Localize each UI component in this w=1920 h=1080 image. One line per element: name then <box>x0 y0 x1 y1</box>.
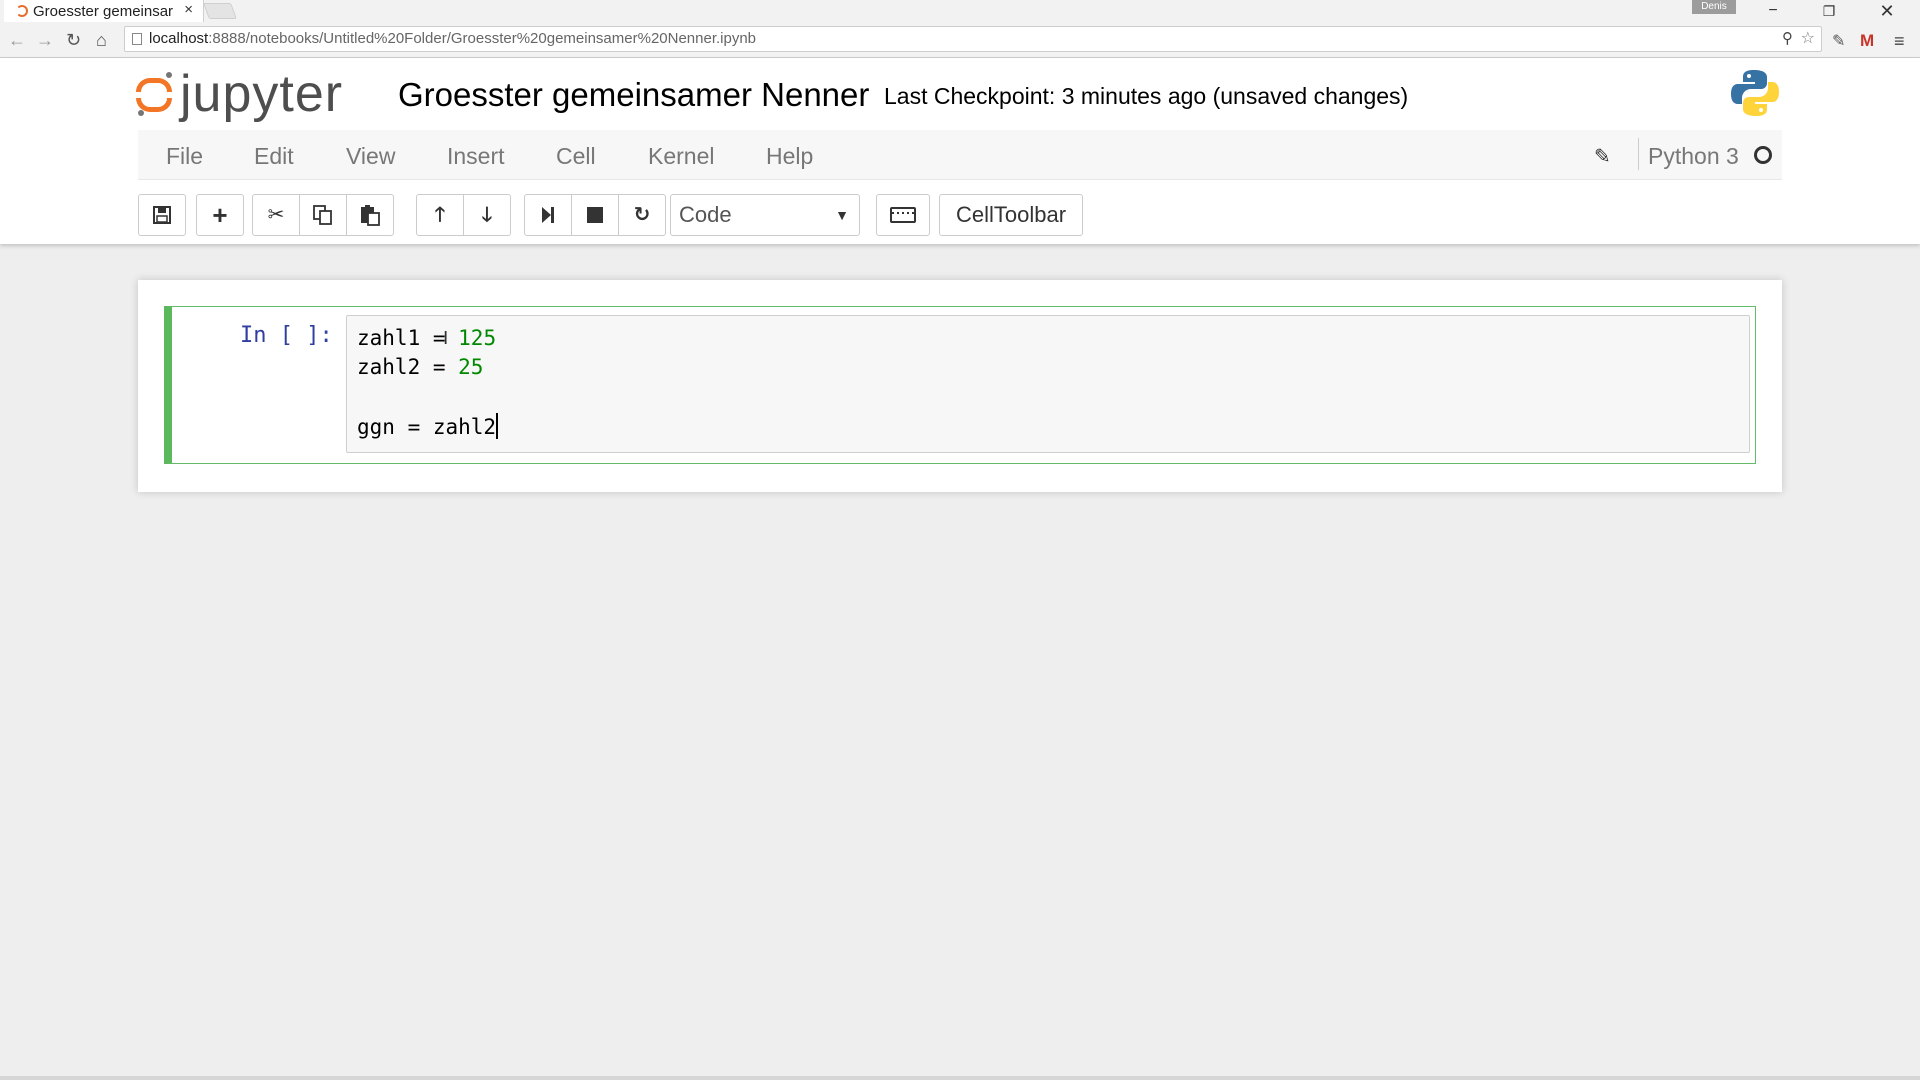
menu-view[interactable]: View <box>346 143 395 170</box>
stop-icon <box>587 207 603 223</box>
jupyter-header: jupyter Groesster gemeinsamer Nenner Las… <box>0 58 1920 244</box>
plus-icon: + <box>212 200 228 230</box>
window-minimize-button[interactable]: − <box>1750 0 1796 22</box>
window-close-button[interactable]: ✕ <box>1864 0 1910 22</box>
notebook-container: In [ ]: zahl1 = 125 zahl2 = 25 ggn = zah… <box>138 280 1782 492</box>
code-line: zahl1 = 125 <box>357 326 496 350</box>
notebook-menubar: File Edit View Insert Cell Kernel Help ✎… <box>138 130 1782 180</box>
insert-cell-button[interactable]: + <box>196 194 244 236</box>
save-button[interactable] <box>138 194 186 236</box>
menu-edit[interactable]: Edit <box>254 143 294 170</box>
jupyter-logo-icon <box>136 72 172 116</box>
new-tab-button[interactable] <box>203 3 237 19</box>
browser-menu-icon[interactable]: ≡ <box>1894 31 1905 52</box>
paste-icon <box>361 205 380 226</box>
window-restore-button[interactable]: ❐ <box>1806 0 1852 22</box>
copy-button[interactable] <box>299 194 347 236</box>
reload-icon[interactable]: ↻ <box>66 30 81 51</box>
menu-file[interactable]: File <box>166 143 203 170</box>
notebook-toolbar: + ✂ 🡑 🡓 ↻ Code ▼ CellToolbar <box>138 194 1782 236</box>
url-path: :8888/notebooks/Untitled%20Folder/Groess… <box>208 30 757 47</box>
browser-tab[interactable]: Groesster gemeinsar × <box>4 0 204 22</box>
edit-mode-pencil-icon: ✎ <box>1594 146 1611 168</box>
code-cell[interactable]: In [ ]: zahl1 = 125 zahl2 = 25 ggn = zah… <box>164 306 1756 464</box>
url-input[interactable]: localhost:8888/notebooks/Untitled%20Fold… <box>124 26 1822 52</box>
menu-kernel[interactable]: Kernel <box>648 143 714 170</box>
jupyter-logo[interactable]: jupyter <box>136 64 343 124</box>
bottom-edge <box>0 1076 1920 1080</box>
interrupt-kernel-button[interactable] <box>571 194 619 236</box>
cut-icon: ✂ <box>267 204 285 226</box>
menu-help[interactable]: Help <box>766 143 813 170</box>
arrow-down-icon: 🡓 <box>481 204 493 226</box>
run-cell-button[interactable] <box>524 194 572 236</box>
input-prompt: In [ ]: <box>240 323 333 348</box>
zoom-icon[interactable]: ⚲ <box>1782 27 1793 51</box>
tab-close-icon[interactable]: × <box>184 1 193 18</box>
refresh-icon: ↻ <box>633 204 651 226</box>
browser-address-bar: ← → ↻ ⌂ localhost:8888/notebooks/Untitle… <box>0 22 1920 58</box>
extension-pen-icon[interactable]: ✎ <box>1832 31 1845 51</box>
jupyter-logo-text: jupyter <box>180 65 344 123</box>
code-number: 25 <box>458 355 484 379</box>
jupyter-favicon-icon <box>16 5 28 17</box>
keyboard-icon <box>890 207 916 223</box>
command-palette-button[interactable] <box>876 194 930 236</box>
notebook-title[interactable]: Groesster gemeinsamer Nenner <box>398 76 869 114</box>
arrow-up-icon: 🡑 <box>434 204 446 226</box>
checkpoint-status: Last Checkpoint: 3 minutes ago (unsaved … <box>884 83 1409 109</box>
kernel-divider <box>1638 138 1639 170</box>
gmail-icon[interactable]: M <box>1860 31 1874 51</box>
kernel-name[interactable]: Python 3 <box>1648 143 1739 170</box>
restart-kernel-button[interactable]: ↻ <box>618 194 666 236</box>
kernel-idle-indicator-icon <box>1754 146 1772 164</box>
chevron-down-icon: ▼ <box>835 207 849 223</box>
back-arrow-icon[interactable]: ← <box>8 30 26 51</box>
page-icon <box>132 33 142 45</box>
menu-cell[interactable]: Cell <box>556 143 596 170</box>
code-number: 125 <box>458 326 497 350</box>
cut-button[interactable]: ✂ <box>252 194 300 236</box>
copy-icon <box>313 205 332 225</box>
cell-type-value: Code <box>679 202 732 227</box>
code-line: zahl2 = 25 <box>357 355 483 379</box>
browser-titlebar: Groesster gemeinsar × Denis − ❐ ✕ <box>0 0 1920 22</box>
code-line: ggn = zahl2 <box>357 413 499 439</box>
move-down-button[interactable]: 🡓 <box>463 194 511 236</box>
cell-type-select[interactable]: Code ▼ <box>670 194 860 236</box>
menu-insert[interactable]: Insert <box>447 143 505 170</box>
url-host: localhost <box>149 30 209 47</box>
code-text: ggn = zahl2 <box>357 415 497 439</box>
python-logo-icon <box>1731 70 1779 116</box>
code-text: zahl2 = <box>357 355 459 379</box>
step-forward-icon <box>542 207 554 223</box>
bookmark-star-icon[interactable]: ☆ <box>1801 27 1815 51</box>
celltoolbar-button[interactable]: CellToolbar <box>939 194 1083 236</box>
tab-title: Groesster gemeinsar <box>33 2 174 20</box>
text-cursor <box>496 413 499 439</box>
code-editor[interactable]: zahl1 = 125 zahl2 = 25 ggn = zahl2 I <box>346 315 1750 453</box>
save-icon <box>153 206 171 224</box>
mouse-ibeam-cursor-icon: I <box>443 328 449 349</box>
profile-badge[interactable]: Denis <box>1692 0 1736 14</box>
paste-button[interactable] <box>346 194 394 236</box>
move-up-button[interactable]: 🡑 <box>416 194 464 236</box>
forward-arrow-icon[interactable]: → <box>36 30 54 51</box>
home-icon[interactable]: ⌂ <box>96 30 107 51</box>
